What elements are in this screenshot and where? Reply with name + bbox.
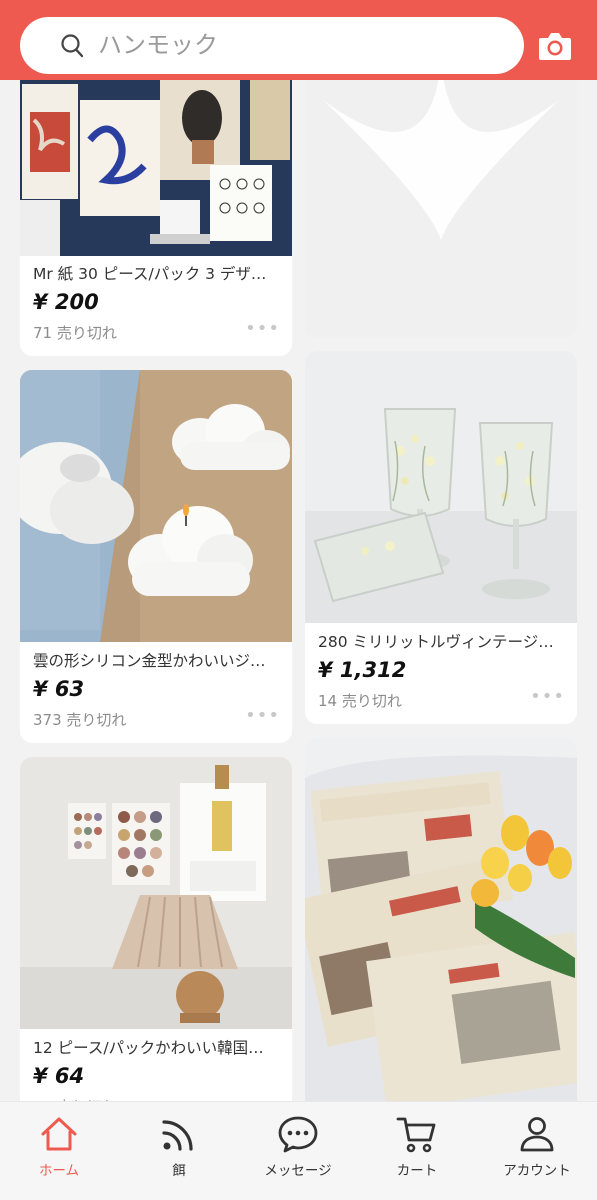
nav-home[interactable]: ホーム (4, 1102, 114, 1200)
search-bar[interactable] (20, 17, 524, 74)
nav-label: ホーム (38, 1163, 80, 1179)
product-card[interactable]: 280 ミリリットルヴィンテージ… ¥ 1,312 14 売り切れ ••• (305, 351, 577, 724)
nav-label: 餌 (172, 1163, 186, 1179)
nav-account[interactable]: アカウント (482, 1102, 592, 1200)
product-card[interactable] (305, 738, 577, 1118)
more-options-icon[interactable]: ••• (245, 705, 280, 726)
product-sold-count: 14 売り切れ (318, 692, 402, 710)
more-options-icon[interactable]: ••• (245, 318, 280, 339)
camera-icon[interactable] (537, 30, 573, 62)
nav-label: メッセージ (264, 1163, 332, 1179)
product-title: 280 ミリリットルヴィンテージ… (318, 633, 554, 651)
message-icon (278, 1116, 318, 1153)
product-image (20, 757, 292, 1029)
product-title: Mr 紙 30 ピース/パック 3 デザイ… (33, 265, 281, 283)
product-image (305, 351, 577, 623)
product-image (20, 60, 292, 256)
account-icon (520, 1117, 554, 1152)
loading-placeholder-card (305, 60, 577, 338)
product-card[interactable]: 12 ピース/パックかわいい韓国… ¥ 64 25 売り切れ (20, 757, 292, 1117)
nav-feed[interactable]: 餌 (124, 1102, 234, 1200)
product-card[interactable]: Mr 紙 30 ピース/パック 3 デザイ… ¥ 200 71 売り切れ ••• (20, 60, 292, 356)
product-image (20, 370, 292, 642)
product-title: 12 ピース/パックかわいい韓国… (33, 1039, 264, 1057)
more-options-icon[interactable]: ••• (530, 686, 565, 707)
product-price: ¥ 200 (33, 290, 99, 314)
home-icon (41, 1117, 77, 1151)
product-card[interactable]: 雲の形シリコン金型かわいいジ… ¥ 63 373 売り切れ ••• (20, 370, 292, 743)
nav-label: アカウント (503, 1163, 571, 1179)
product-price: ¥ 63 (33, 677, 85, 701)
product-sold-count: 71 売り切れ (33, 324, 117, 342)
nav-cart[interactable]: カート (362, 1102, 472, 1200)
product-price: ¥ 1,312 (318, 658, 407, 682)
product-price: ¥ 64 (33, 1064, 85, 1088)
product-sold-count: 373 売り切れ (33, 711, 127, 729)
feed-icon (162, 1120, 193, 1151)
search-icon (61, 34, 84, 58)
top-header (0, 0, 597, 80)
search-input[interactable] (98, 27, 498, 63)
bottom-navigation: ホーム 餌 メッセージ カート アカウント (0, 1101, 597, 1200)
nav-messages[interactable]: メッセージ (243, 1102, 353, 1200)
nav-label: カート (396, 1163, 438, 1179)
product-image (305, 738, 577, 1118)
cart-icon (396, 1117, 436, 1153)
placeholder-sparkle-icon (323, 60, 559, 240)
product-title: 雲の形シリコン金型かわいいジ… (33, 652, 266, 670)
